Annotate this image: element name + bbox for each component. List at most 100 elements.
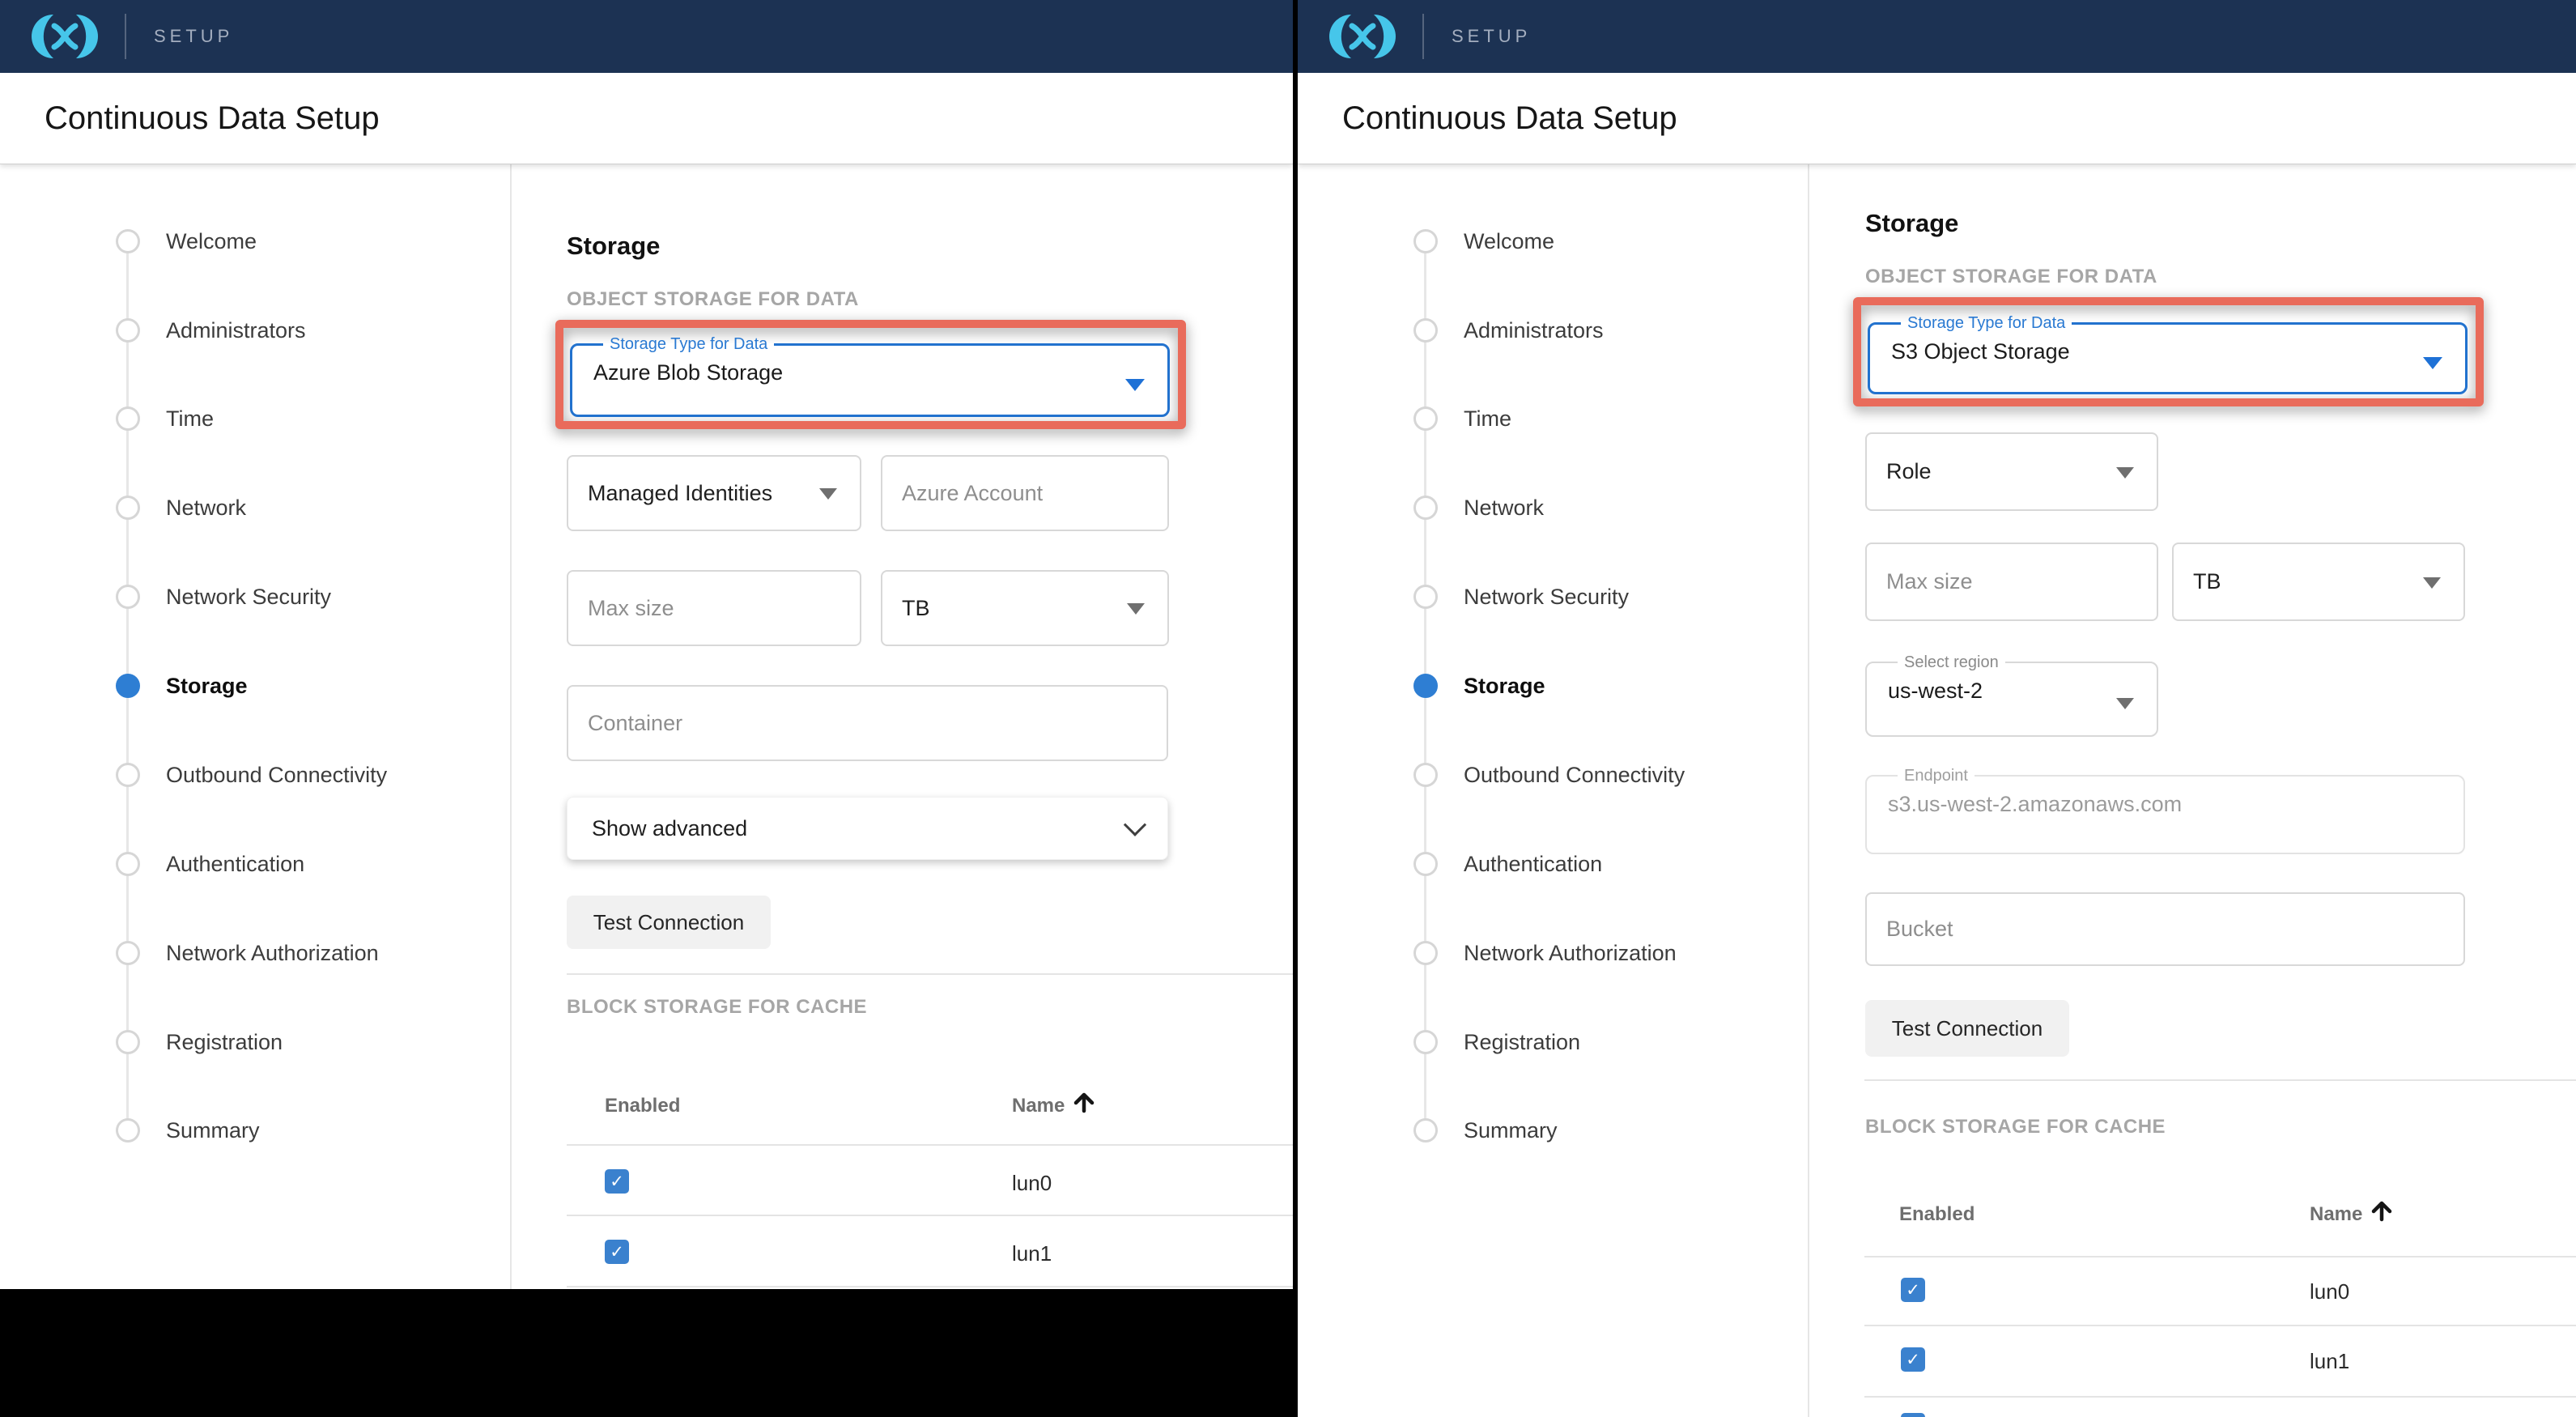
block-storage-section-label: BLOCK STORAGE FOR CACHE	[567, 996, 867, 1019]
sidebar-item-welcome[interactable]: Welcome	[0, 229, 486, 253]
row-enabled-checkbox-checked[interactable]	[605, 1169, 629, 1194]
step-dot-icon	[116, 1030, 140, 1054]
sidebar-item-label: Welcome	[1464, 229, 1554, 253]
sidebar-item-authentication[interactable]: Authentication	[0, 852, 486, 876]
sidebar-item-summary[interactable]: Summary	[0, 1118, 486, 1143]
sidebar-item-administrators[interactable]: Administrators	[0, 318, 486, 343]
sort-ascending-icon[interactable]	[1070, 1088, 1098, 1116]
sidebar-item-authentication[interactable]: Authentication	[1298, 852, 1783, 876]
row-enabled-checkbox-checked[interactable]	[605, 1240, 629, 1264]
sidebar-item-label: Authentication	[166, 852, 304, 876]
sidebar-item-time[interactable]: Time	[1298, 406, 1783, 431]
page-title: Continuous Data Setup	[1342, 100, 1677, 137]
sidebar-item-network-authorization[interactable]: Network Authorization	[0, 941, 486, 965]
delphix-logo-icon	[1324, 12, 1401, 61]
step-dot-icon	[1413, 406, 1438, 431]
sidebar-item-label: Registration	[166, 1030, 283, 1054]
pane-s3-setup: SETUP Continuous Data Setup Welcome Admi…	[1298, 0, 2576, 1417]
step-dot-icon	[1413, 318, 1438, 343]
sidebar-item-label: Network	[1464, 496, 1544, 520]
object-storage-section-label: OBJECT STORAGE FOR DATA	[1865, 266, 2157, 288]
bucket-input[interactable]	[1865, 892, 2465, 966]
delphix-logo-icon	[26, 12, 104, 61]
table-header-name[interactable]: Name	[1012, 1095, 1065, 1117]
role-select[interactable]: Role	[1865, 432, 2158, 511]
sidebar-item-outbound-connectivity[interactable]: Outbound Connectivity	[0, 763, 486, 787]
step-dot-active-icon	[116, 674, 140, 698]
row-enabled-checkbox-checked[interactable]	[1901, 1347, 1925, 1372]
storage-type-select[interactable]: Storage Type for Data Azure Blob Storage	[570, 336, 1170, 417]
section-heading-storage: Storage	[567, 232, 660, 261]
row-enabled-checkbox-checked-partial[interactable]	[1901, 1413, 1925, 1417]
step-dot-icon	[116, 1118, 140, 1143]
app-brand: SETUP	[154, 26, 233, 47]
sidebar-item-label: Storage	[166, 674, 248, 698]
row-name-cell: lun1	[2310, 1349, 2349, 1374]
test-connection-label: Test Connection	[593, 910, 744, 935]
block-storage-section-label: BLOCK STORAGE FOR CACHE	[1865, 1116, 2166, 1138]
step-dot-active-icon	[1413, 674, 1438, 698]
step-dot-icon	[1413, 1118, 1438, 1143]
storage-type-value: Azure Blob Storage	[593, 360, 1146, 385]
step-dot-icon	[1413, 585, 1438, 609]
sidebar-item-storage[interactable]: Storage	[1298, 674, 1783, 698]
sidebar-item-label: Welcome	[166, 229, 257, 253]
row-name-cell: lun0	[1012, 1171, 1052, 1196]
region-value: us-west-2	[1888, 679, 2136, 704]
endpoint-field-disabled: Endpoint s3.us-west-2.amazonaws.com	[1865, 768, 2465, 854]
sidebar-item-time[interactable]: Time	[0, 406, 486, 431]
region-label: Select region	[1898, 654, 2005, 670]
sidebar-item-label: Network Authorization	[1464, 941, 1677, 965]
top-nav-bar: SETUP	[1298, 0, 2576, 73]
caret-down-icon	[2116, 467, 2134, 479]
max-size-input[interactable]	[1865, 543, 2158, 621]
step-dot-icon	[116, 229, 140, 253]
table-header-enabled: Enabled	[605, 1095, 680, 1117]
region-select[interactable]: Select region us-west-2	[1865, 654, 2158, 737]
storage-type-select[interactable]: Storage Type for Data S3 Object Storage	[1868, 315, 2468, 394]
sidebar-item-outbound-connectivity[interactable]: Outbound Connectivity	[1298, 763, 1783, 787]
table-row-divider	[567, 1286, 1293, 1287]
storage-type-value: S3 Object Storage	[1891, 339, 2444, 364]
chevron-down-icon	[1124, 814, 1146, 836]
max-size-input[interactable]	[567, 570, 861, 646]
sidebar-item-registration[interactable]: Registration	[1298, 1030, 1783, 1054]
sidebar-item-network[interactable]: Network	[1298, 496, 1783, 520]
step-dot-icon	[116, 406, 140, 431]
size-unit-select[interactable]: TB	[2172, 543, 2465, 621]
step-dot-icon	[116, 941, 140, 965]
page-header: Continuous Data Setup	[0, 73, 1293, 164]
sidebar-item-label: Network Authorization	[166, 941, 379, 965]
test-connection-button[interactable]: Test Connection	[567, 896, 771, 949]
sidebar-item-storage[interactable]: Storage	[0, 674, 486, 698]
container-input[interactable]	[567, 685, 1168, 761]
sort-ascending-icon[interactable]	[2368, 1197, 2395, 1224]
size-unit-select[interactable]: TB	[881, 570, 1169, 646]
azure-account-input[interactable]	[881, 455, 1169, 531]
sidebar-item-network-security[interactable]: Network Security	[1298, 585, 1783, 609]
show-advanced-button[interactable]: Show advanced	[567, 797, 1168, 860]
sidebar-item-registration[interactable]: Registration	[0, 1030, 486, 1054]
sidebar-item-network[interactable]: Network	[0, 496, 486, 520]
step-dot-icon	[1413, 1030, 1438, 1054]
row-enabled-checkbox-checked[interactable]	[1901, 1278, 1925, 1302]
identity-mechanism-select[interactable]: Managed Identities	[567, 455, 861, 531]
sidebar-item-network-security[interactable]: Network Security	[0, 585, 486, 609]
test-connection-button[interactable]: Test Connection	[1865, 1000, 2069, 1057]
row-name-cell: lun1	[1012, 1241, 1052, 1266]
sidebar-item-welcome[interactable]: Welcome	[1298, 229, 1783, 253]
sidebar-item-administrators[interactable]: Administrators	[1298, 318, 1783, 343]
step-dot-icon	[116, 318, 140, 343]
caret-down-icon	[1125, 379, 1145, 391]
table-header-name[interactable]: Name	[2310, 1203, 2362, 1226]
sidebar-item-label: Outbound Connectivity	[1464, 763, 1685, 787]
step-dot-icon	[116, 585, 140, 609]
sidebar-item-label: Time	[1464, 406, 1511, 431]
page-title: Continuous Data Setup	[45, 100, 380, 137]
pane-azure-setup: SETUP Continuous Data Setup Welcome Admi…	[0, 0, 1293, 1289]
sidebar-divider	[1808, 164, 1809, 1417]
sidebar-item-summary[interactable]: Summary	[1298, 1118, 1783, 1143]
app-brand: SETUP	[1452, 26, 1531, 47]
sidebar-item-network-authorization[interactable]: Network Authorization	[1298, 941, 1783, 965]
caret-down-icon	[2423, 577, 2441, 589]
